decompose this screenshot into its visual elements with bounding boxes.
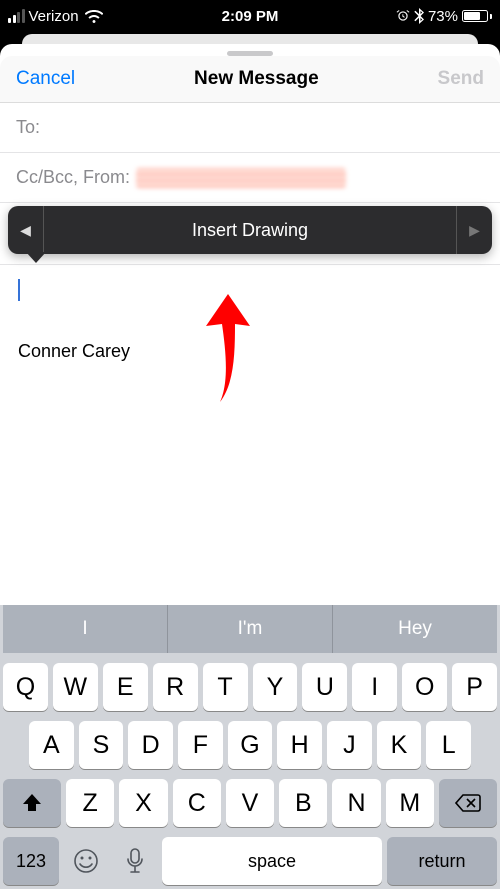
keyboard: I I'm Hey Q W E R T Y U I O P A S D F G … (0, 605, 500, 889)
key-v[interactable]: V (226, 779, 274, 827)
microphone-icon (126, 848, 144, 874)
key-i[interactable]: I (352, 663, 397, 711)
key-numbers[interactable]: 123 (3, 837, 59, 885)
bluetooth-icon (414, 8, 424, 24)
key-s[interactable]: S (79, 721, 124, 769)
key-emoji[interactable] (64, 837, 108, 885)
backspace-icon (455, 794, 481, 812)
carrier-label: Verizon (29, 8, 79, 25)
key-e[interactable]: E (103, 663, 148, 711)
key-dictation[interactable] (113, 837, 157, 885)
suggestion-bar: I I'm Hey (3, 605, 497, 653)
key-m[interactable]: M (386, 779, 434, 827)
key-z[interactable]: Z (66, 779, 114, 827)
subject-field[interactable]: ◀ Insert Drawing ▶ (0, 203, 500, 265)
alarm-icon (396, 9, 410, 23)
key-return[interactable]: return (387, 837, 497, 885)
key-y[interactable]: Y (253, 663, 298, 711)
key-w[interactable]: W (53, 663, 98, 711)
wifi-icon (85, 10, 103, 23)
key-t[interactable]: T (203, 663, 248, 711)
popover-tail (26, 252, 46, 263)
suggestion-3[interactable]: Hey (332, 605, 497, 653)
key-g[interactable]: G (228, 721, 273, 769)
key-space[interactable]: space (162, 837, 382, 885)
key-l[interactable]: L (426, 721, 471, 769)
popover-prev-button[interactable]: ◀ (8, 206, 44, 254)
key-u[interactable]: U (302, 663, 347, 711)
nav-bar: Cancel New Message Send (0, 56, 500, 103)
suggestion-1[interactable]: I (3, 605, 167, 653)
key-c[interactable]: C (173, 779, 221, 827)
battery-icon (462, 10, 492, 22)
key-a[interactable]: A (29, 721, 74, 769)
edit-menu-popover: ◀ Insert Drawing ▶ (8, 206, 492, 254)
signature-text: Conner Carey (18, 341, 482, 362)
to-label: To: (16, 117, 40, 138)
emoji-icon (72, 847, 100, 875)
suggestion-2[interactable]: I'm (167, 605, 332, 653)
key-j[interactable]: J (327, 721, 372, 769)
text-cursor (18, 279, 20, 301)
key-shift[interactable] (3, 779, 61, 827)
key-b[interactable]: B (279, 779, 327, 827)
key-p[interactable]: P (452, 663, 497, 711)
key-o[interactable]: O (402, 663, 447, 711)
message-body[interactable]: Conner Carey (0, 265, 500, 605)
send-button[interactable]: Send (438, 68, 484, 90)
key-q[interactable]: Q (3, 663, 48, 711)
key-d[interactable]: D (128, 721, 173, 769)
key-k[interactable]: K (377, 721, 422, 769)
clock-time: 2:09 PM (222, 8, 279, 25)
key-n[interactable]: N (332, 779, 380, 827)
key-x[interactable]: X (119, 779, 167, 827)
cancel-button[interactable]: Cancel (16, 68, 75, 90)
status-bar: Verizon 2:09 PM 73% (0, 0, 500, 32)
ccbcc-label: Cc/Bcc, From: (16, 167, 130, 188)
key-r[interactable]: R (153, 663, 198, 711)
compose-sheet: Cancel New Message Send To: Cc/Bcc, From… (0, 44, 500, 889)
page-title: New Message (194, 68, 319, 90)
popover-next-button[interactable]: ▶ (456, 206, 492, 254)
shift-icon (21, 793, 43, 813)
battery-percent: 73% (428, 8, 458, 25)
cell-signal-icon (8, 9, 25, 23)
from-email-redacted (136, 168, 346, 188)
key-backspace[interactable] (439, 779, 497, 827)
key-h[interactable]: H (277, 721, 322, 769)
key-f[interactable]: F (178, 721, 223, 769)
insert-drawing-button[interactable]: Insert Drawing (44, 206, 456, 254)
to-field[interactable]: To: (0, 103, 500, 153)
ccbcc-from-field[interactable]: Cc/Bcc, From: (0, 153, 500, 203)
